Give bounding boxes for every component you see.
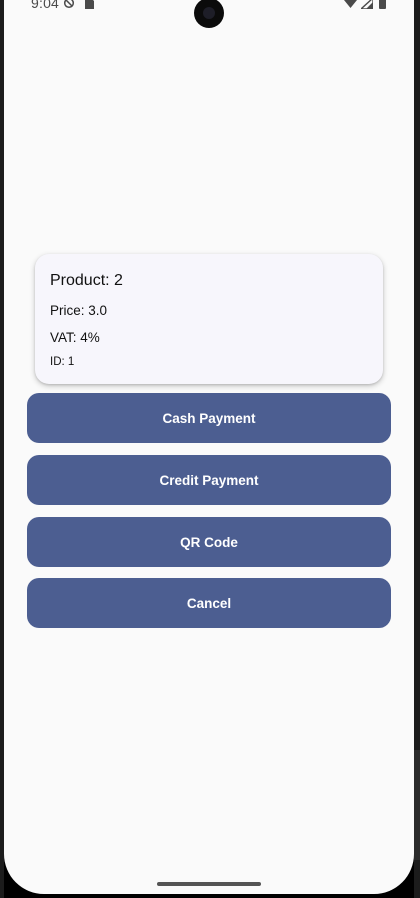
qr-code-button[interactable]: QR Code (27, 517, 391, 567)
product-price: Price: 3.0 (50, 303, 108, 318)
credit-payment-button[interactable]: Credit Payment (27, 455, 391, 505)
signal-icon (361, 0, 373, 9)
battery-icon (379, 0, 386, 9)
sim-card-icon (85, 0, 94, 9)
gesture-navigation-handle[interactable] (157, 882, 261, 886)
product-id: ID: 1 (50, 356, 75, 368)
cash-payment-button[interactable]: Cash Payment (27, 393, 391, 443)
do-not-disturb-icon (63, 0, 75, 9)
product-card: Product: 2 Price: 3.0 VAT: 4% ID: 1 (35, 254, 383, 384)
front-camera (194, 0, 224, 28)
app-screen: 9:04 Product: 2 Price: 3.0 VAT: 4% ID: 1… (4, 0, 414, 894)
status-time: 9:04 (31, 0, 60, 11)
device-side-key (414, 750, 420, 860)
wifi-icon (344, 0, 357, 8)
cancel-button[interactable]: Cancel (27, 578, 391, 628)
product-title: Product: 2 (50, 272, 123, 289)
product-vat: VAT: 4% (50, 330, 100, 345)
phone-device: 9:04 Product: 2 Price: 3.0 VAT: 4% ID: 1… (0, 0, 420, 898)
